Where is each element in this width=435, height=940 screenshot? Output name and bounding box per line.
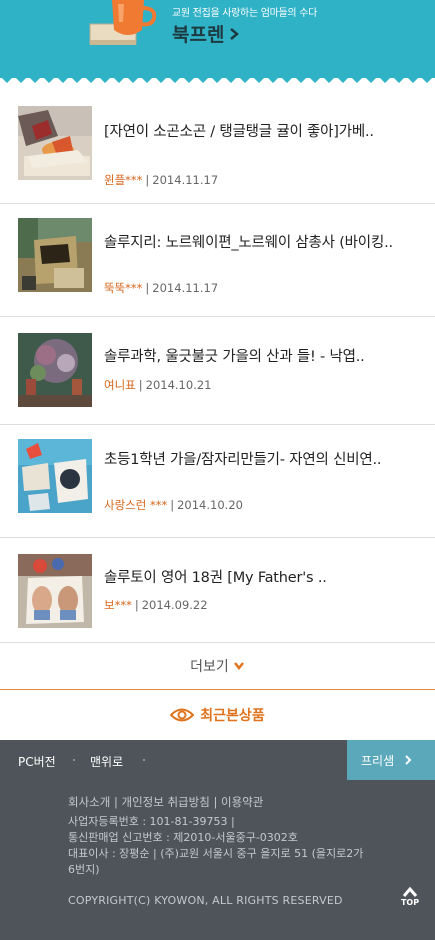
post-meta: 보*** | 2014.09.22 bbox=[104, 598, 208, 612]
footer-nav: PC버전 맨위로 프리샘 bbox=[0, 740, 435, 780]
post-date: 2014.10.20 bbox=[177, 498, 243, 512]
post-date: 2014.11.17 bbox=[152, 281, 219, 295]
top-label: TOP bbox=[400, 898, 420, 907]
post-thumbnail[interactable] bbox=[18, 218, 92, 292]
post-title[interactable]: 솔루지리: 노르웨이편_노르웨이 삼총사 (바이킹.. bbox=[104, 232, 404, 255]
freesam-label: 프리샘 bbox=[361, 753, 395, 768]
freesam-button[interactable]: 프리샘 bbox=[347, 740, 435, 780]
banner-subtitle: 교원 전집을 사랑하는 엄마들의 수다 bbox=[172, 8, 318, 19]
post-meta: 뚝뚝*** | 2014.11.17 bbox=[104, 281, 219, 295]
post-author: 여니표 bbox=[104, 378, 136, 392]
post-thumbnail[interactable] bbox=[18, 554, 92, 628]
more-label: 더보기 bbox=[190, 658, 229, 675]
bookfriend-banner[interactable]: 교원 전집을 사랑하는 엄마들의 수다 북프렌 bbox=[0, 0, 435, 78]
post-thumbnail[interactable] bbox=[18, 333, 92, 407]
book-and-cup-illustration bbox=[89, 0, 157, 45]
footer-policy-links[interactable]: 회사소개 | 개인정보 취급방침 | 이용약관 bbox=[68, 794, 263, 810]
post-meta: 사랑스런 *** | 2014.10.20 bbox=[104, 498, 243, 512]
list-item[interactable]: 초등1학년 가을/잠자리만들기- 자연의 신비연.. 사랑스런 *** | 2014… bbox=[0, 425, 435, 538]
recent-label: 최근본상품 bbox=[200, 708, 265, 724]
post-meta: 윈플*** | 2014.11.17 bbox=[104, 173, 219, 187]
business-number: 사업자등록번호 : 101-81-39753 | bbox=[68, 815, 235, 828]
post-title[interactable]: 솔루과학, 울긋불긋 가을의 산과 들! - 낙엽.. bbox=[104, 346, 404, 369]
arrow-up-icon bbox=[402, 886, 418, 897]
list-item[interactable]: 솔루토이 영어 18권 [My Father's .. 보*** | 2014.09… bbox=[0, 538, 435, 643]
mail-order-number: 통신판매업 신고번호 : 제2010-서울중구-0302호 bbox=[68, 831, 298, 844]
more-button[interactable]: 더보기 bbox=[0, 642, 435, 690]
post-title[interactable]: 솔루토이 영어 18권 [My Father's .. bbox=[104, 567, 404, 590]
eye-icon bbox=[170, 708, 195, 722]
post-date: 2014.09.22 bbox=[141, 598, 208, 612]
scroll-top-link[interactable]: 맨위로 bbox=[90, 753, 123, 770]
chevron-right-icon bbox=[230, 27, 240, 40]
ceo-address: 대표이사 : 장평순 | (주)교원 서울시 중구 을지로 51 (을지로2가 … bbox=[68, 847, 364, 876]
list-item[interactable]: [자연이 소곤소곤 / 탱글탱글 귤이 좋아]가베.. 윈플*** | 2014.1… bbox=[0, 96, 435, 204]
footer-nav-divider bbox=[143, 759, 145, 761]
footer-nav-divider bbox=[73, 759, 75, 761]
recent-products-button[interactable]: 최근본상품 bbox=[0, 691, 435, 739]
top-button[interactable]: TOP bbox=[398, 886, 422, 916]
list-item[interactable]: 솔루지리: 노르웨이편_노르웨이 삼총사 (바이킹.. 뚝뚝*** | 2014.1… bbox=[0, 204, 435, 317]
post-author: 뚝뚝*** bbox=[104, 281, 143, 295]
post-date: 2014.11.17 bbox=[152, 173, 219, 187]
banner-title-text: 북프렌 bbox=[172, 24, 225, 46]
post-thumbnail[interactable] bbox=[18, 106, 92, 180]
list-item[interactable]: 솔루과학, 울긋불긋 가을의 산과 들! - 낙엽.. 여니표 | 2014.10.… bbox=[0, 317, 435, 425]
banner-title[interactable]: 북프렌 bbox=[172, 20, 240, 47]
post-author: 윈플*** bbox=[104, 173, 143, 187]
pc-version-link[interactable]: PC버전 bbox=[18, 753, 56, 770]
banner-zigzag-edge bbox=[0, 70, 435, 83]
chevron-right-icon bbox=[405, 755, 412, 765]
post-list: [자연이 소곤소곤 / 탱글탱글 귤이 좋아]가베.. 윈플*** | 2014.1… bbox=[0, 96, 435, 643]
post-meta: 여니표 | 2014.10.21 bbox=[104, 378, 212, 392]
post-author: 보*** bbox=[104, 598, 132, 612]
copyright: COPYRIGHT(C) KYOWON, ALL RIGHTS RESERVED bbox=[68, 894, 343, 907]
post-thumbnail[interactable] bbox=[18, 439, 92, 513]
post-title[interactable]: [자연이 소곤소곤 / 탱글탱글 귤이 좋아]가베.. bbox=[104, 121, 404, 144]
post-title[interactable]: 초등1학년 가을/잠자리만들기- 자연의 신비연.. bbox=[104, 449, 404, 472]
chevron-down-icon bbox=[233, 661, 244, 670]
post-date: 2014.10.21 bbox=[145, 378, 212, 392]
company-info: 사업자등록번호 : 101-81-39753 | 통신판매업 신고번호 : 제2… bbox=[68, 814, 368, 878]
post-author: 사랑스런 *** bbox=[104, 498, 168, 512]
footer: PC버전 맨위로 프리샘 회사소개 | 개인정보 취급방침 | 이용약관 사업자… bbox=[0, 740, 435, 940]
